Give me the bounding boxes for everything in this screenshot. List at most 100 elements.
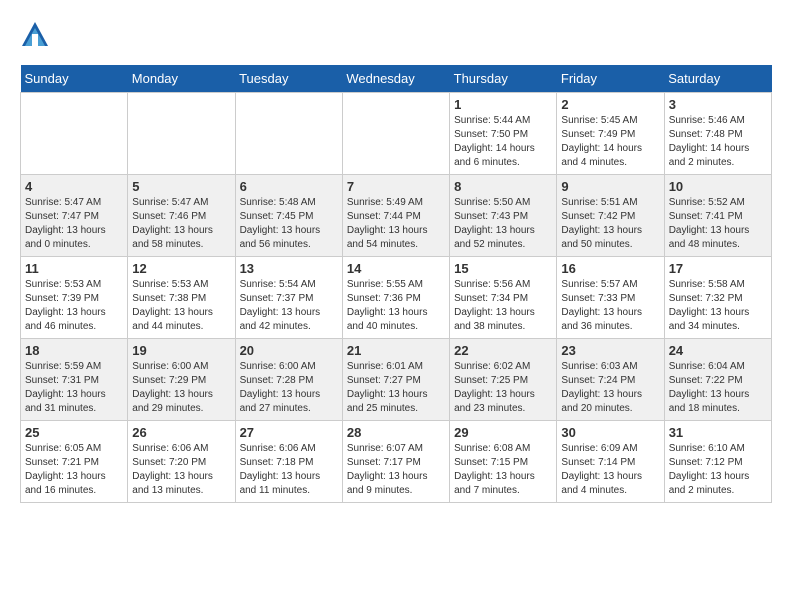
day-number: 20 <box>240 343 338 358</box>
header-wednesday: Wednesday <box>342 65 449 93</box>
day-info: Sunrise: 5:46 AM Sunset: 7:48 PM Dayligh… <box>669 114 767 170</box>
day-number: 25 <box>25 425 123 440</box>
calendar-cell: 12 Sunrise: 5:53 AM Sunset: 7:38 PM Dayli… <box>128 257 235 339</box>
header-thursday: Thursday <box>450 65 557 93</box>
day-number: 6 <box>240 179 338 194</box>
day-number: 13 <box>240 261 338 276</box>
day-info: Sunrise: 5:53 AM Sunset: 7:38 PM Dayligh… <box>132 278 230 334</box>
day-info: Sunrise: 5:50 AM Sunset: 7:43 PM Dayligh… <box>454 196 552 252</box>
day-info: Sunrise: 6:03 AM Sunset: 7:24 PM Dayligh… <box>561 360 659 416</box>
day-number: 19 <box>132 343 230 358</box>
calendar-week-row: 25 Sunrise: 6:05 AM Sunset: 7:21 PM Dayli… <box>21 421 772 503</box>
day-number: 30 <box>561 425 659 440</box>
calendar-cell: 20Sunrise: 6:00 AM Sunset: 7:28 PM Dayli… <box>235 339 342 421</box>
calendar-cell: 6 Sunrise: 5:48 AM Sunset: 7:45 PM Daylig… <box>235 175 342 257</box>
day-number: 28 <box>347 425 445 440</box>
calendar-cell: 30 Sunrise: 6:09 AM Sunset: 7:14 PM Dayli… <box>557 421 664 503</box>
day-info: Sunrise: 5:54 AM Sunset: 7:37 PM Dayligh… <box>240 278 338 334</box>
day-info: Sunrise: 5:53 AM Sunset: 7:39 PM Dayligh… <box>25 278 123 334</box>
day-info: Sunrise: 6:10 AM Sunset: 7:12 PM Dayligh… <box>669 442 767 498</box>
day-info: Sunrise: 5:56 AM Sunset: 7:34 PM Dayligh… <box>454 278 552 334</box>
calendar-cell: 16 Sunrise: 5:57 AM Sunset: 7:33 PM Dayli… <box>557 257 664 339</box>
calendar-cell: 1 Sunrise: 5:44 AM Sunset: 7:50 PM Daylig… <box>450 93 557 175</box>
calendar-cell: 27 Sunrise: 6:06 AM Sunset: 7:18 PM Dayli… <box>235 421 342 503</box>
calendar-cell: 21 Sunrise: 6:01 AM Sunset: 7:27 PM Dayli… <box>342 339 449 421</box>
calendar-cell <box>342 93 449 175</box>
calendar-cell: 4Sunrise: 5:47 AM Sunset: 7:47 PM Daylig… <box>21 175 128 257</box>
header-saturday: Saturday <box>664 65 771 93</box>
day-info: Sunrise: 5:58 AM Sunset: 7:32 PM Dayligh… <box>669 278 767 334</box>
logo-icon <box>20 20 50 50</box>
day-number: 11 <box>25 261 123 276</box>
day-info: Sunrise: 6:00 AM Sunset: 7:29 PM Dayligh… <box>132 360 230 416</box>
day-info: Sunrise: 5:51 AM Sunset: 7:42 PM Dayligh… <box>561 196 659 252</box>
day-number: 3 <box>669 97 767 112</box>
day-info: Sunrise: 5:44 AM Sunset: 7:50 PM Dayligh… <box>454 114 552 170</box>
day-number: 16 <box>561 261 659 276</box>
day-number: 8 <box>454 179 552 194</box>
calendar-cell: 7 Sunrise: 5:49 AM Sunset: 7:44 PM Daylig… <box>342 175 449 257</box>
day-number: 1 <box>454 97 552 112</box>
calendar-cell: 31 Sunrise: 6:10 AM Sunset: 7:12 PM Dayli… <box>664 421 771 503</box>
day-number: 22 <box>454 343 552 358</box>
day-number: 29 <box>454 425 552 440</box>
calendar-week-row: 18Sunrise: 5:59 AM Sunset: 7:31 PM Dayli… <box>21 339 772 421</box>
calendar-cell: 5 Sunrise: 5:47 AM Sunset: 7:46 PM Daylig… <box>128 175 235 257</box>
day-number: 23 <box>561 343 659 358</box>
day-info: Sunrise: 6:06 AM Sunset: 7:20 PM Dayligh… <box>132 442 230 498</box>
day-info: Sunrise: 6:01 AM Sunset: 7:27 PM Dayligh… <box>347 360 445 416</box>
day-number: 27 <box>240 425 338 440</box>
day-info: Sunrise: 6:08 AM Sunset: 7:15 PM Dayligh… <box>454 442 552 498</box>
calendar-cell: 29 Sunrise: 6:08 AM Sunset: 7:15 PM Dayli… <box>450 421 557 503</box>
calendar-cell: 3 Sunrise: 5:46 AM Sunset: 7:48 PM Daylig… <box>664 93 771 175</box>
calendar-week-row: 1 Sunrise: 5:44 AM Sunset: 7:50 PM Daylig… <box>21 93 772 175</box>
day-info: Sunrise: 6:09 AM Sunset: 7:14 PM Dayligh… <box>561 442 659 498</box>
calendar-cell: 25 Sunrise: 6:05 AM Sunset: 7:21 PM Dayli… <box>21 421 128 503</box>
day-info: Sunrise: 5:45 AM Sunset: 7:49 PM Dayligh… <box>561 114 659 170</box>
calendar-cell <box>235 93 342 175</box>
calendar-cell: 10 Sunrise: 5:52 AM Sunset: 7:41 PM Dayli… <box>664 175 771 257</box>
day-number: 10 <box>669 179 767 194</box>
day-number: 26 <box>132 425 230 440</box>
day-info: Sunrise: 5:57 AM Sunset: 7:33 PM Dayligh… <box>561 278 659 334</box>
day-number: 5 <box>132 179 230 194</box>
day-info: Sunrise: 6:05 AM Sunset: 7:21 PM Dayligh… <box>25 442 123 498</box>
calendar-cell: 2 Sunrise: 5:45 AM Sunset: 7:49 PM Daylig… <box>557 93 664 175</box>
calendar-cell: 11 Sunrise: 5:53 AM Sunset: 7:39 PM Dayli… <box>21 257 128 339</box>
day-number: 21 <box>347 343 445 358</box>
day-number: 2 <box>561 97 659 112</box>
calendar-cell: 9Sunrise: 5:51 AM Sunset: 7:42 PM Daylig… <box>557 175 664 257</box>
calendar-cell: 14Sunrise: 5:55 AM Sunset: 7:36 PM Dayli… <box>342 257 449 339</box>
calendar-cell <box>21 93 128 175</box>
day-number: 7 <box>347 179 445 194</box>
day-info: Sunrise: 5:49 AM Sunset: 7:44 PM Dayligh… <box>347 196 445 252</box>
calendar-cell: 17Sunrise: 5:58 AM Sunset: 7:32 PM Dayli… <box>664 257 771 339</box>
day-info: Sunrise: 5:55 AM Sunset: 7:36 PM Dayligh… <box>347 278 445 334</box>
day-info: Sunrise: 6:06 AM Sunset: 7:18 PM Dayligh… <box>240 442 338 498</box>
calendar-cell: 15 Sunrise: 5:56 AM Sunset: 7:34 PM Dayli… <box>450 257 557 339</box>
day-info: Sunrise: 5:52 AM Sunset: 7:41 PM Dayligh… <box>669 196 767 252</box>
day-info: Sunrise: 5:47 AM Sunset: 7:46 PM Dayligh… <box>132 196 230 252</box>
calendar-cell: 8 Sunrise: 5:50 AM Sunset: 7:43 PM Daylig… <box>450 175 557 257</box>
calendar-header-row: SundayMondayTuesdayWednesdayThursdayFrid… <box>21 65 772 93</box>
calendar-week-row: 11 Sunrise: 5:53 AM Sunset: 7:39 PM Dayli… <box>21 257 772 339</box>
day-number: 12 <box>132 261 230 276</box>
calendar-week-row: 4Sunrise: 5:47 AM Sunset: 7:47 PM Daylig… <box>21 175 772 257</box>
logo <box>20 20 54 55</box>
day-number: 15 <box>454 261 552 276</box>
header-tuesday: Tuesday <box>235 65 342 93</box>
page-header <box>20 20 772 55</box>
day-info: Sunrise: 5:47 AM Sunset: 7:47 PM Dayligh… <box>25 196 123 252</box>
calendar-cell: 24Sunrise: 6:04 AM Sunset: 7:22 PM Dayli… <box>664 339 771 421</box>
calendar-cell: 28Sunrise: 6:07 AM Sunset: 7:17 PM Dayli… <box>342 421 449 503</box>
calendar-cell <box>128 93 235 175</box>
day-number: 31 <box>669 425 767 440</box>
header-monday: Monday <box>128 65 235 93</box>
day-number: 24 <box>669 343 767 358</box>
calendar-cell: 13 Sunrise: 5:54 AM Sunset: 7:37 PM Dayli… <box>235 257 342 339</box>
calendar-cell: 26 Sunrise: 6:06 AM Sunset: 7:20 PM Dayli… <box>128 421 235 503</box>
calendar-table: SundayMondayTuesdayWednesdayThursdayFrid… <box>20 65 772 503</box>
day-info: Sunrise: 5:48 AM Sunset: 7:45 PM Dayligh… <box>240 196 338 252</box>
day-info: Sunrise: 6:02 AM Sunset: 7:25 PM Dayligh… <box>454 360 552 416</box>
calendar-cell: 23 Sunrise: 6:03 AM Sunset: 7:24 PM Dayli… <box>557 339 664 421</box>
